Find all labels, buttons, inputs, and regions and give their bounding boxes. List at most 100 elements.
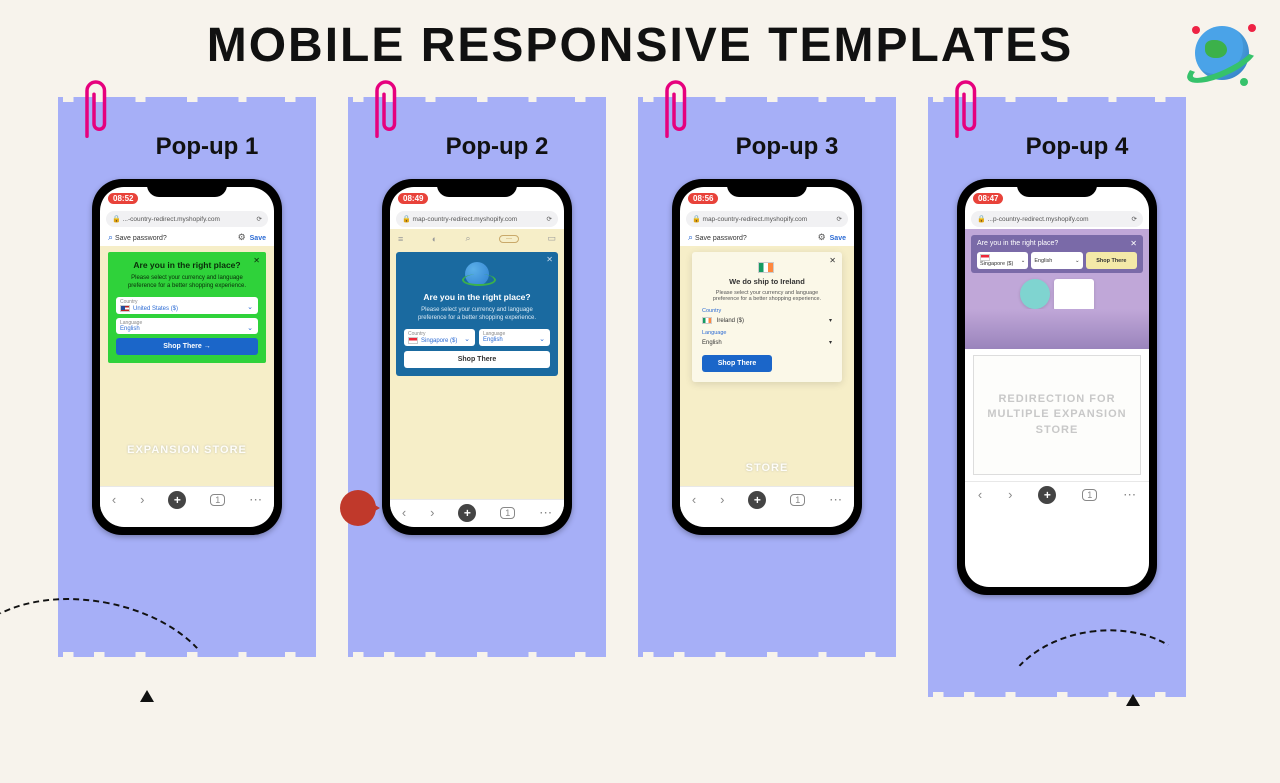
pill-button[interactable]: — — [499, 235, 519, 243]
card-label: Pop-up 3 — [690, 133, 884, 161]
forward-icon[interactable]: › — [140, 492, 144, 507]
card-label: Pop-up 2 — [400, 133, 594, 161]
menu-icon[interactable]: ≡ — [398, 234, 403, 244]
lock-icon: 🔒 — [112, 216, 121, 223]
back-icon[interactable]: ‹ — [112, 492, 116, 507]
url-bar[interactable]: 🔒 ...p-country-redirect.myshopify.com⟳ — [971, 211, 1143, 227]
key-icon: ⌕ — [108, 232, 113, 242]
more-icon[interactable]: ⋯ — [539, 505, 552, 521]
refresh-icon[interactable]: ⟳ — [837, 215, 842, 223]
flag-sg-icon — [408, 337, 418, 344]
more-icon[interactable]: ⋯ — [1123, 487, 1136, 503]
close-icon[interactable]: ✕ — [253, 256, 260, 265]
popup-cream: ✕ We do ship to Ireland Please select yo… — [692, 252, 842, 382]
popup-subtext: Please select your currency and language… — [116, 274, 258, 291]
close-icon[interactable]: ✕ — [829, 256, 836, 265]
gear-icon[interactable]: ⚙ — [238, 232, 246, 242]
language-select[interactable]: Language English ⌄ — [479, 329, 550, 346]
back-icon[interactable]: ‹ — [978, 487, 982, 502]
save-button[interactable]: Save — [250, 235, 266, 242]
new-tab-button[interactable]: + — [748, 491, 766, 509]
gear-icon[interactable]: ⚙ — [818, 232, 826, 242]
tabs-icon[interactable]: 1 — [790, 494, 805, 506]
globe-icon — [465, 262, 489, 286]
language-select[interactable]: English⌄ — [1031, 252, 1082, 269]
chevron-down-icon: ⌄ — [464, 335, 470, 343]
popup-heading: Are you in the right place? — [977, 240, 1058, 247]
card-label: Pop-up 1 — [110, 133, 304, 161]
browser-nav: ‹ › + 1 ⋯ — [100, 486, 274, 512]
popup-green: ✕ Are you in the right place? Please sel… — [108, 252, 266, 363]
save-password-prompt: Save password? — [115, 235, 167, 242]
refresh-icon[interactable]: ⟳ — [547, 215, 552, 223]
paperclip-icon — [76, 75, 112, 145]
paperclip-icon — [366, 75, 402, 145]
new-tab-button[interactable]: + — [168, 491, 186, 509]
chevron-down-icon: ⌄ — [247, 324, 253, 332]
country-label: Country — [702, 308, 832, 314]
popup-heading: Are you in the right place? — [116, 260, 258, 270]
forward-icon[interactable]: › — [1008, 487, 1012, 502]
refresh-icon[interactable]: ⟳ — [1132, 215, 1137, 223]
popup-bar: Are you in the right place? ✕ Singapore … — [971, 235, 1143, 273]
forward-icon[interactable]: › — [720, 492, 724, 507]
url-bar[interactable]: 🔒 map-country-redirect.myshopify.com⟳ — [396, 211, 558, 227]
hero-graphics — [971, 279, 1143, 311]
new-tab-button[interactable]: + — [458, 504, 476, 522]
search-icon[interactable]: ⌕ — [466, 233, 471, 244]
popup-subtext: Please select your currency and language… — [702, 290, 832, 302]
refresh-icon[interactable]: ⟳ — [257, 215, 262, 223]
arrow-up-icon — [140, 690, 154, 702]
decorative-dot — [340, 490, 376, 526]
browser-nav: ‹ › + 1 ⋯ — [965, 481, 1149, 507]
country-select[interactable]: Ireland ($)▾ — [702, 315, 832, 327]
globe-icon — [1186, 20, 1258, 92]
chevron-down-icon: ⌄ — [1021, 258, 1026, 264]
template-card-1: Pop-up 1 08:52 🔒 ...-country-redirect.my… — [58, 97, 316, 657]
popup-heading: Are you in the right place? — [404, 292, 550, 302]
key-icon: ⌕ — [688, 232, 693, 242]
language-select[interactable]: English▾ — [702, 337, 832, 349]
lock-icon: 🔒 — [977, 216, 986, 223]
chevron-down-icon: ▾ — [829, 339, 832, 346]
url-bar[interactable]: 🔒 map-country-redirect.myshopify.com⟳ — [686, 211, 848, 227]
url-bar[interactable]: 🔒 ...-country-redirect.myshopify.com⟳ — [106, 211, 268, 227]
redirection-notice: REDIRECTION FOR MULTIPLE EXPANSION STORE — [973, 355, 1141, 475]
paperclip-icon — [946, 75, 982, 145]
shop-there-button[interactable]: Shop There — [404, 351, 550, 368]
tabs-icon[interactable]: 1 — [210, 494, 225, 506]
status-time: 08:56 — [688, 193, 718, 204]
save-button[interactable]: Save — [830, 235, 846, 242]
browser-nav: ‹ › + 1 ⋯ — [680, 486, 854, 512]
new-tab-button[interactable]: + — [1038, 486, 1056, 504]
tabs-icon[interactable]: 1 — [1082, 489, 1097, 501]
status-time: 08:47 — [973, 193, 1003, 204]
chevron-down-icon: ⌄ — [247, 303, 253, 311]
more-icon[interactable]: ⋯ — [249, 492, 262, 508]
paperclip-icon — [656, 75, 692, 145]
popup-blue: ✕ Are you in the right place? Please sel… — [396, 252, 558, 376]
shop-there-button[interactable]: Shop There → — [116, 338, 258, 355]
back-icon[interactable]: ‹ — [402, 505, 406, 520]
forward-icon[interactable]: › — [430, 505, 434, 520]
browser-nav: ‹ › + 1 ⋯ — [390, 499, 564, 525]
country-select[interactable]: Country Singapore ($) ⌄ — [404, 329, 475, 346]
more-icon[interactable]: ⋯ — [829, 492, 842, 508]
status-time: 08:52 — [108, 193, 138, 204]
country-select[interactable]: Country United States ($) ⌄ — [116, 297, 258, 314]
close-icon[interactable]: ✕ — [546, 255, 553, 264]
status-time: 08:49 — [398, 193, 428, 204]
shop-there-button[interactable]: Shop There — [1086, 252, 1137, 269]
shop-there-button[interactable]: Shop There — [702, 355, 772, 372]
tabs-icon[interactable]: 1 — [500, 507, 515, 519]
back-icon[interactable]: ‹ — [692, 492, 696, 507]
chevron-down-icon: ⌄ — [1075, 258, 1080, 264]
close-icon[interactable]: ✕ — [1130, 239, 1137, 248]
flag-ie-icon — [702, 317, 712, 324]
bag-icon[interactable]: ▭ — [547, 233, 556, 244]
template-card-2: Pop-up 2 08:49 🔒 map-country-redirect.my… — [348, 97, 606, 657]
template-card-4: Pop-up 4 08:47 🔒 ...p-country-redirect.m… — [928, 97, 1186, 697]
template-card-3: Pop-up 3 08:56 🔒 map-country-redirect.my… — [638, 97, 896, 657]
language-select[interactable]: Language English ⌄ — [116, 318, 258, 334]
country-select[interactable]: Singapore ($)⌄ — [977, 252, 1028, 269]
